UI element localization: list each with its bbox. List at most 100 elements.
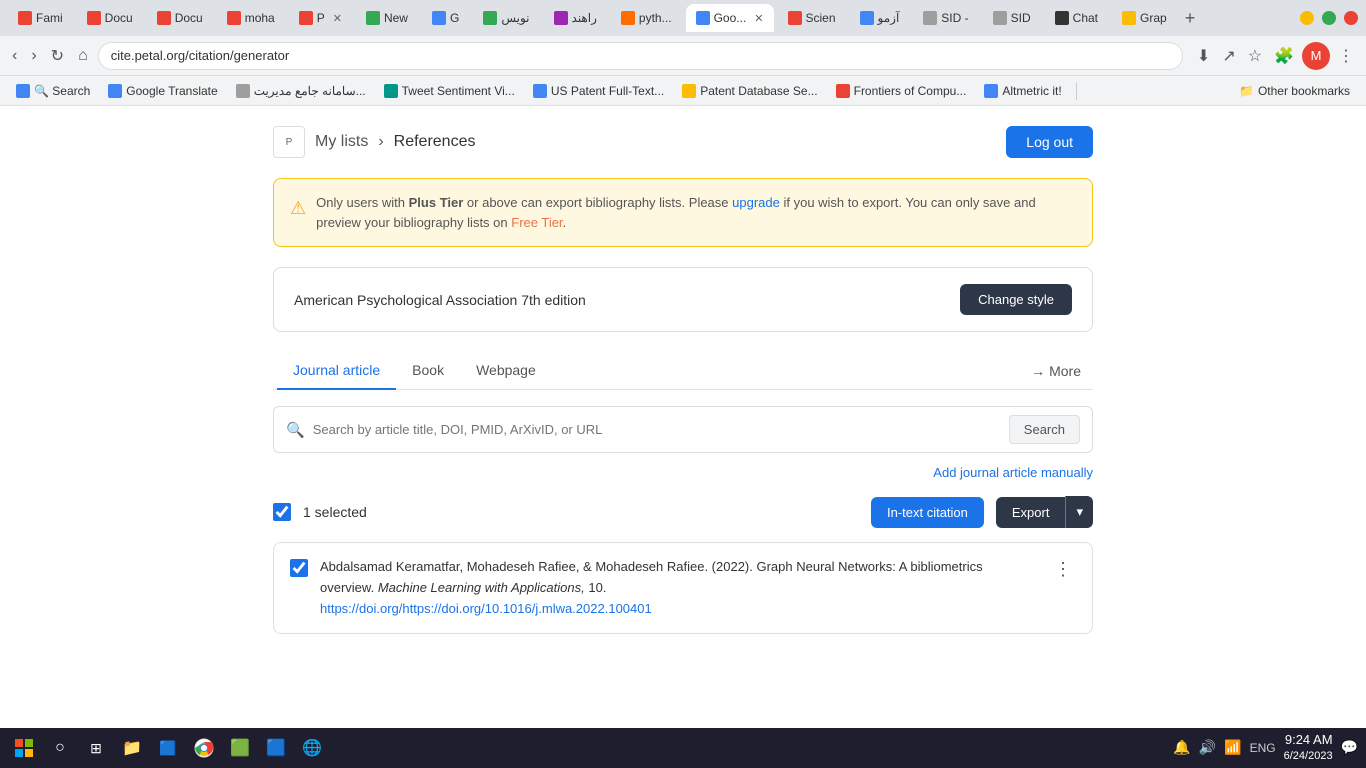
tab-favicon xyxy=(993,11,1007,25)
bookmark-altmetric[interactable]: Altmetric it! xyxy=(976,81,1069,101)
maximize-button[interactable] xyxy=(1322,11,1336,25)
other-bookmarks-icon: 📁 xyxy=(1239,84,1254,98)
add-manually-link[interactable]: Add journal article manually xyxy=(273,465,1093,480)
tab-book[interactable]: Book xyxy=(396,352,460,390)
taskbar-chrome[interactable] xyxy=(188,732,220,764)
taskbar-edge[interactable]: 🌐 xyxy=(296,732,328,764)
tab[interactable]: SID xyxy=(983,4,1041,32)
bookmark-label: Frontiers of Compu... xyxy=(854,84,967,98)
tab-favicon xyxy=(432,11,446,25)
taskbar-search[interactable]: ○ xyxy=(44,732,76,764)
profile-button[interactable]: M xyxy=(1302,42,1330,70)
download-button[interactable]: ⬇ xyxy=(1193,42,1214,70)
menu-button[interactable]: ⋮ xyxy=(1334,42,1358,70)
taskbar-word[interactable]: 🟦 xyxy=(260,732,292,764)
bookmark-patent[interactable]: US Patent Full-Text... xyxy=(525,81,672,101)
reference-menu-button[interactable]: ⋮ xyxy=(1050,557,1076,582)
tab[interactable]: آزمو xyxy=(850,4,910,32)
taskbar-task-view[interactable]: ⊞ xyxy=(80,732,112,764)
back-button[interactable]: ‹ xyxy=(8,43,21,69)
new-tab-button[interactable]: + xyxy=(1185,8,1196,29)
search-input[interactable] xyxy=(313,422,1009,437)
tab-close-icon[interactable]: ✕ xyxy=(754,12,763,25)
address-bar[interactable]: cite.petal.org/citation/generator xyxy=(98,42,1183,70)
taskbar-microsoft-365[interactable]: 🟦 xyxy=(152,732,184,764)
taskbar-right: 🔔 🔊 📶 ENG 9:24 AM 6/24/2023 💬 xyxy=(1173,731,1358,765)
logout-button[interactable]: Log out xyxy=(1006,126,1093,158)
bookmark-search[interactable]: 🔍 Search xyxy=(8,81,98,101)
reference-checkbox[interactable] xyxy=(290,559,308,577)
export-button[interactable]: Export xyxy=(996,497,1066,528)
extension-button[interactable]: 🧩 xyxy=(1270,42,1298,70)
bookmark-label: Patent Database Se... xyxy=(700,84,817,98)
close-button[interactable] xyxy=(1344,11,1358,25)
bookmark-favicon xyxy=(984,84,998,98)
tab-favicon xyxy=(483,11,497,25)
tab[interactable]: P ✕ xyxy=(289,4,352,32)
tab[interactable]: Fami xyxy=(8,4,73,32)
breadcrumb: P My lists › References Log out xyxy=(273,126,1093,158)
tab[interactable]: SID - xyxy=(913,4,978,32)
taskbar-time[interactable]: 9:24 AM 6/24/2023 xyxy=(1284,731,1333,765)
bookmark-label: 🔍 Search xyxy=(34,84,90,98)
bookmark-favicon xyxy=(836,84,850,98)
taskbar-explorer[interactable]: 📁 xyxy=(116,732,148,764)
tab[interactable]: Chat xyxy=(1045,4,1108,32)
search-icon: 🔍 xyxy=(286,421,305,439)
bookmark-patent-db[interactable]: Patent Database Se... xyxy=(674,81,825,101)
other-bookmarks[interactable]: 📁 Other bookmarks xyxy=(1231,81,1358,101)
bookmark-frontiers[interactable]: Frontiers of Compu... xyxy=(828,81,975,101)
tab[interactable]: Grap xyxy=(1112,4,1177,32)
tab[interactable]: Docu xyxy=(77,4,143,32)
share-button[interactable]: ↗ xyxy=(1218,42,1239,70)
bookmark-favicon xyxy=(16,84,30,98)
tab[interactable]: Scien xyxy=(778,4,846,32)
tab[interactable]: pyth... xyxy=(611,4,682,32)
taskbar-clock: 9:24 AM xyxy=(1284,731,1333,749)
tab[interactable]: moha xyxy=(217,4,285,32)
browser-titlebar: Fami Docu Docu moha P ✕ New G نویس راهند… xyxy=(0,0,1366,36)
search-button[interactable]: Search xyxy=(1009,415,1080,444)
volume-icon[interactable]: 🔊 xyxy=(1199,739,1216,756)
tab-label: Grap xyxy=(1140,11,1167,25)
taskbar-excel[interactable]: 🟩 xyxy=(224,732,256,764)
notification-center-icon[interactable]: 💬 xyxy=(1341,739,1358,756)
upgrade-link[interactable]: upgrade xyxy=(732,195,780,210)
breadcrumb-my-lists[interactable]: My lists xyxy=(315,133,368,151)
tab[interactable]: نویس xyxy=(473,4,539,32)
tab-journal-article[interactable]: Journal article xyxy=(277,352,396,390)
main-container: P My lists › References Log out ⚠ Only u… xyxy=(253,126,1113,634)
forward-button[interactable]: › xyxy=(27,43,40,69)
tab-active[interactable]: Goo... ✕ xyxy=(686,4,774,32)
selected-count-label: 1 selected xyxy=(303,504,859,520)
tab-label: Scien xyxy=(806,11,836,25)
tab-favicon xyxy=(87,11,101,25)
tab[interactable]: G xyxy=(422,4,469,32)
export-dropdown-button[interactable]: ▾ xyxy=(1065,496,1093,528)
tab-close-icon[interactable]: ✕ xyxy=(333,12,342,25)
tab[interactable]: راهند xyxy=(544,4,607,32)
home-button[interactable]: ⌂ xyxy=(74,43,92,69)
star-button[interactable]: ☆ xyxy=(1244,42,1266,70)
change-style-button[interactable]: Change style xyxy=(960,284,1072,315)
tabs-more[interactable]: → More xyxy=(1023,353,1089,389)
reference-doi[interactable]: https://doi.org/https://doi.org/10.1016/… xyxy=(320,601,652,616)
tab-label: Fami xyxy=(36,11,63,25)
search-box-row: 🔍 Search xyxy=(273,406,1093,453)
tab-new[interactable]: New xyxy=(356,4,418,32)
start-button[interactable] xyxy=(8,732,40,764)
bookmark-google-translate[interactable]: Google Translate xyxy=(100,81,225,101)
notification-icon[interactable]: 🔔 xyxy=(1173,739,1190,756)
bookmark-tweet[interactable]: Tweet Sentiment Vi... xyxy=(376,81,523,101)
tab-label: SID - xyxy=(941,11,968,25)
bookmark-samane[interactable]: سامانه جامع مدیریت... xyxy=(228,81,374,101)
tab[interactable]: Docu xyxy=(147,4,213,32)
language-indicator[interactable]: ENG xyxy=(1250,741,1276,755)
in-text-citation-button[interactable]: In-text citation xyxy=(871,497,984,528)
reload-button[interactable]: ↻ xyxy=(47,42,68,70)
minimize-button[interactable] xyxy=(1300,11,1314,25)
select-all-checkbox[interactable] xyxy=(273,503,291,521)
tab-favicon xyxy=(696,11,710,25)
tab-webpage[interactable]: Webpage xyxy=(460,352,552,390)
network-icon[interactable]: 📶 xyxy=(1224,739,1241,756)
